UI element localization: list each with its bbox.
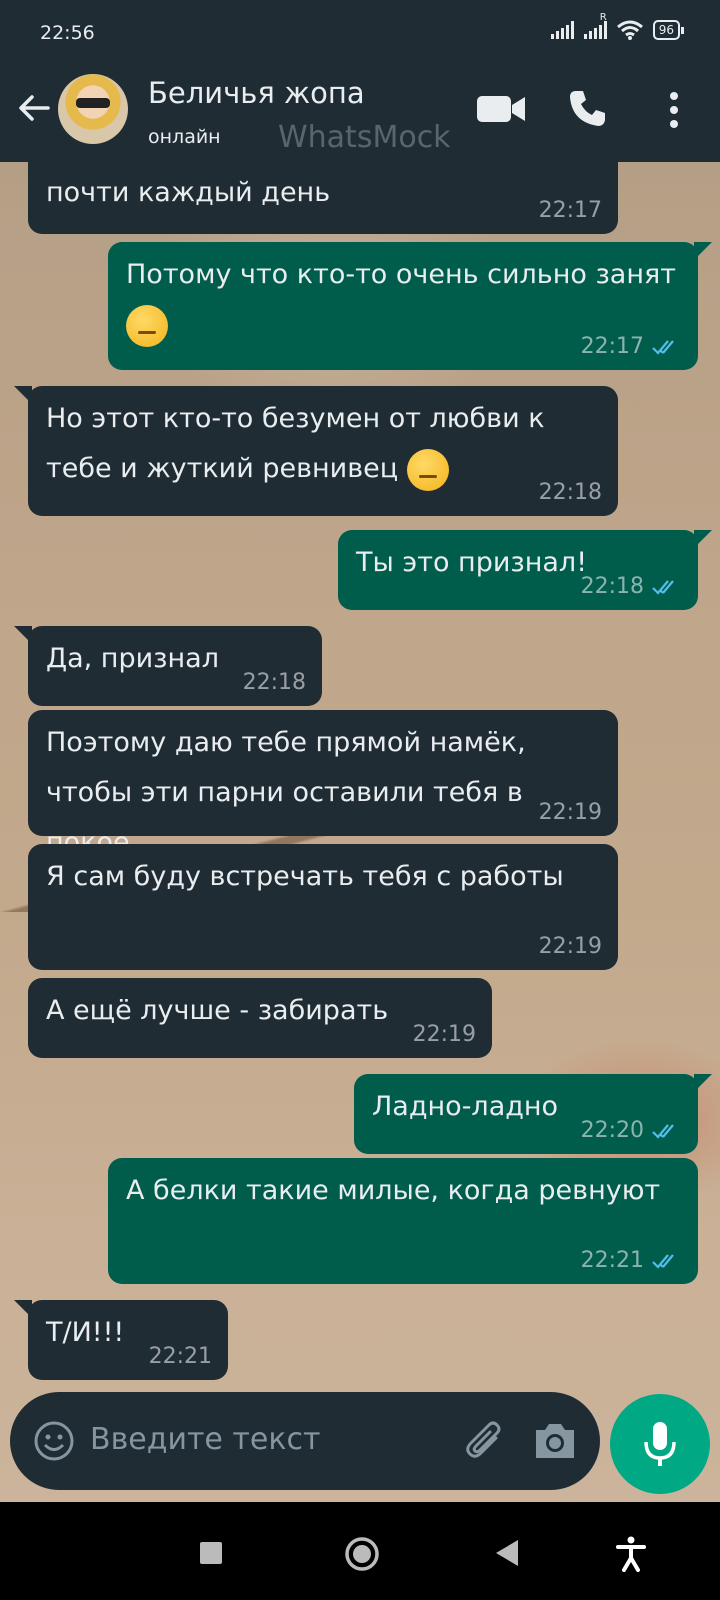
status-icons: R 96 [550,12,685,40]
message-time: 22:17 [580,334,644,359]
signal-icon [550,21,574,39]
message-text: Т/И!!! [46,1317,125,1348]
back-arrow-icon[interactable] [16,90,52,126]
message-input[interactable]: Введите текст [90,1422,320,1457]
message-meta: 22:17 [539,200,602,222]
contact-avatar[interactable] [58,74,128,144]
message-meta: 22:18 [243,672,306,694]
status-time: 22:56 [40,22,95,44]
message-incoming[interactable]: Поэтому даю тебе прямой намёк, чтобы эти… [28,710,618,858]
chat-area[interactable]: почти каждый день 22:17 Потому что кто-т… [0,162,720,1502]
attach-icon[interactable] [462,1418,508,1464]
microphone-icon [644,1422,676,1466]
message-time: 22:20 [580,1118,644,1143]
message-time: 22:18 [580,574,644,599]
accessibility-icon[interactable] [616,1536,646,1572]
message-time: 22:19 [538,934,602,959]
contact-name[interactable]: Беличья жопа [148,76,365,110]
message-meta: 22:18 [581,576,682,598]
recent-apps-icon[interactable] [200,1542,222,1564]
message-text: Потому что кто-то очень сильно занят [126,259,676,290]
read-ticks-icon [652,1254,674,1269]
status-bar: 22:56 R 96 [0,0,720,54]
voice-message-button[interactable] [610,1394,710,1494]
message-meta: 22:21 [149,1346,212,1368]
message-incoming[interactable]: Т/И!!! 22:21 [14,1300,228,1380]
system-nav-bar [0,1502,720,1600]
message-time: 22:21 [148,1344,212,1369]
message-meta: 22:21 [581,1250,682,1272]
message-time: 22:18 [242,670,306,695]
message-meta: 22:20 [581,1120,682,1142]
roaming-label: R [599,12,607,23]
message-incoming[interactable]: почти каждый день 22:17 [28,162,618,234]
message-incoming[interactable]: Но этот кто-то безумен от любви к тебе и… [14,386,618,516]
phone-call-icon[interactable] [568,88,608,128]
wifi-icon [616,20,643,40]
video-call-icon[interactable] [476,92,526,126]
message-outgoing[interactable]: А белки такие милые, когда ревнуют 22:21 [108,1158,698,1284]
avatar-sunglasses [76,98,110,108]
message-meta: 22:19 [539,936,602,958]
message-text: А белки такие милые, когда ревнуют [126,1175,661,1206]
message-meta: 22:17 [581,336,682,358]
message-incoming[interactable]: Да, признал 22:18 [14,626,322,706]
watermark: WhatsMock [278,120,451,155]
message-text: Да, признал [46,643,219,674]
more-options-icon[interactable] [664,90,684,130]
message-time: 22:17 [538,198,602,223]
emoji-icon[interactable] [34,1421,74,1461]
message-text: Я сам буду встречать тебя с работы [46,861,564,892]
message-incoming[interactable]: Я сам буду встречать тебя с работы 22:19 [28,844,618,970]
read-ticks-icon [652,340,674,355]
message-time: 22:21 [580,1248,644,1273]
message-text: Ты это признал! [356,547,588,578]
message-time: 22:18 [538,480,602,505]
message-meta: 22:18 [539,482,602,504]
chat-header: Беличья жопа онлайн WhatsMock [0,54,720,162]
read-ticks-icon [652,580,674,595]
battery-icon: 96 [652,20,685,40]
message-outgoing[interactable]: Потому что кто-то очень сильно занят 22:… [108,242,712,370]
message-meta: 22:19 [539,802,602,824]
message-text: Но этот кто-то безумен от любви к тебе и… [46,403,545,484]
roaming-signal-icon: R [583,12,607,39]
contact-status: онлайн [148,126,221,148]
message-text: Ладно-ладно [372,1091,559,1122]
message-incoming[interactable]: А ещё лучше - забирать 22:19 [28,978,492,1058]
message-time: 22:19 [412,1022,476,1047]
unamused-face-emoji [126,304,168,347]
message-outgoing[interactable]: Ладно-ладно 22:20 [354,1074,712,1154]
message-time: 22:19 [538,800,602,825]
nav-back-icon[interactable] [494,1538,520,1568]
smirking-face-emoji [406,448,449,491]
home-icon[interactable] [344,1536,380,1572]
message-text: А ещё лучше - забирать [46,995,389,1026]
message-outgoing[interactable]: Ты это признал! 22:18 [338,530,712,610]
message-input-bar[interactable]: Введите текст [10,1392,600,1490]
message-text: почти каждый день [46,177,331,208]
read-ticks-icon [652,1124,674,1139]
camera-icon[interactable] [532,1420,578,1462]
message-meta: 22:19 [413,1024,476,1046]
